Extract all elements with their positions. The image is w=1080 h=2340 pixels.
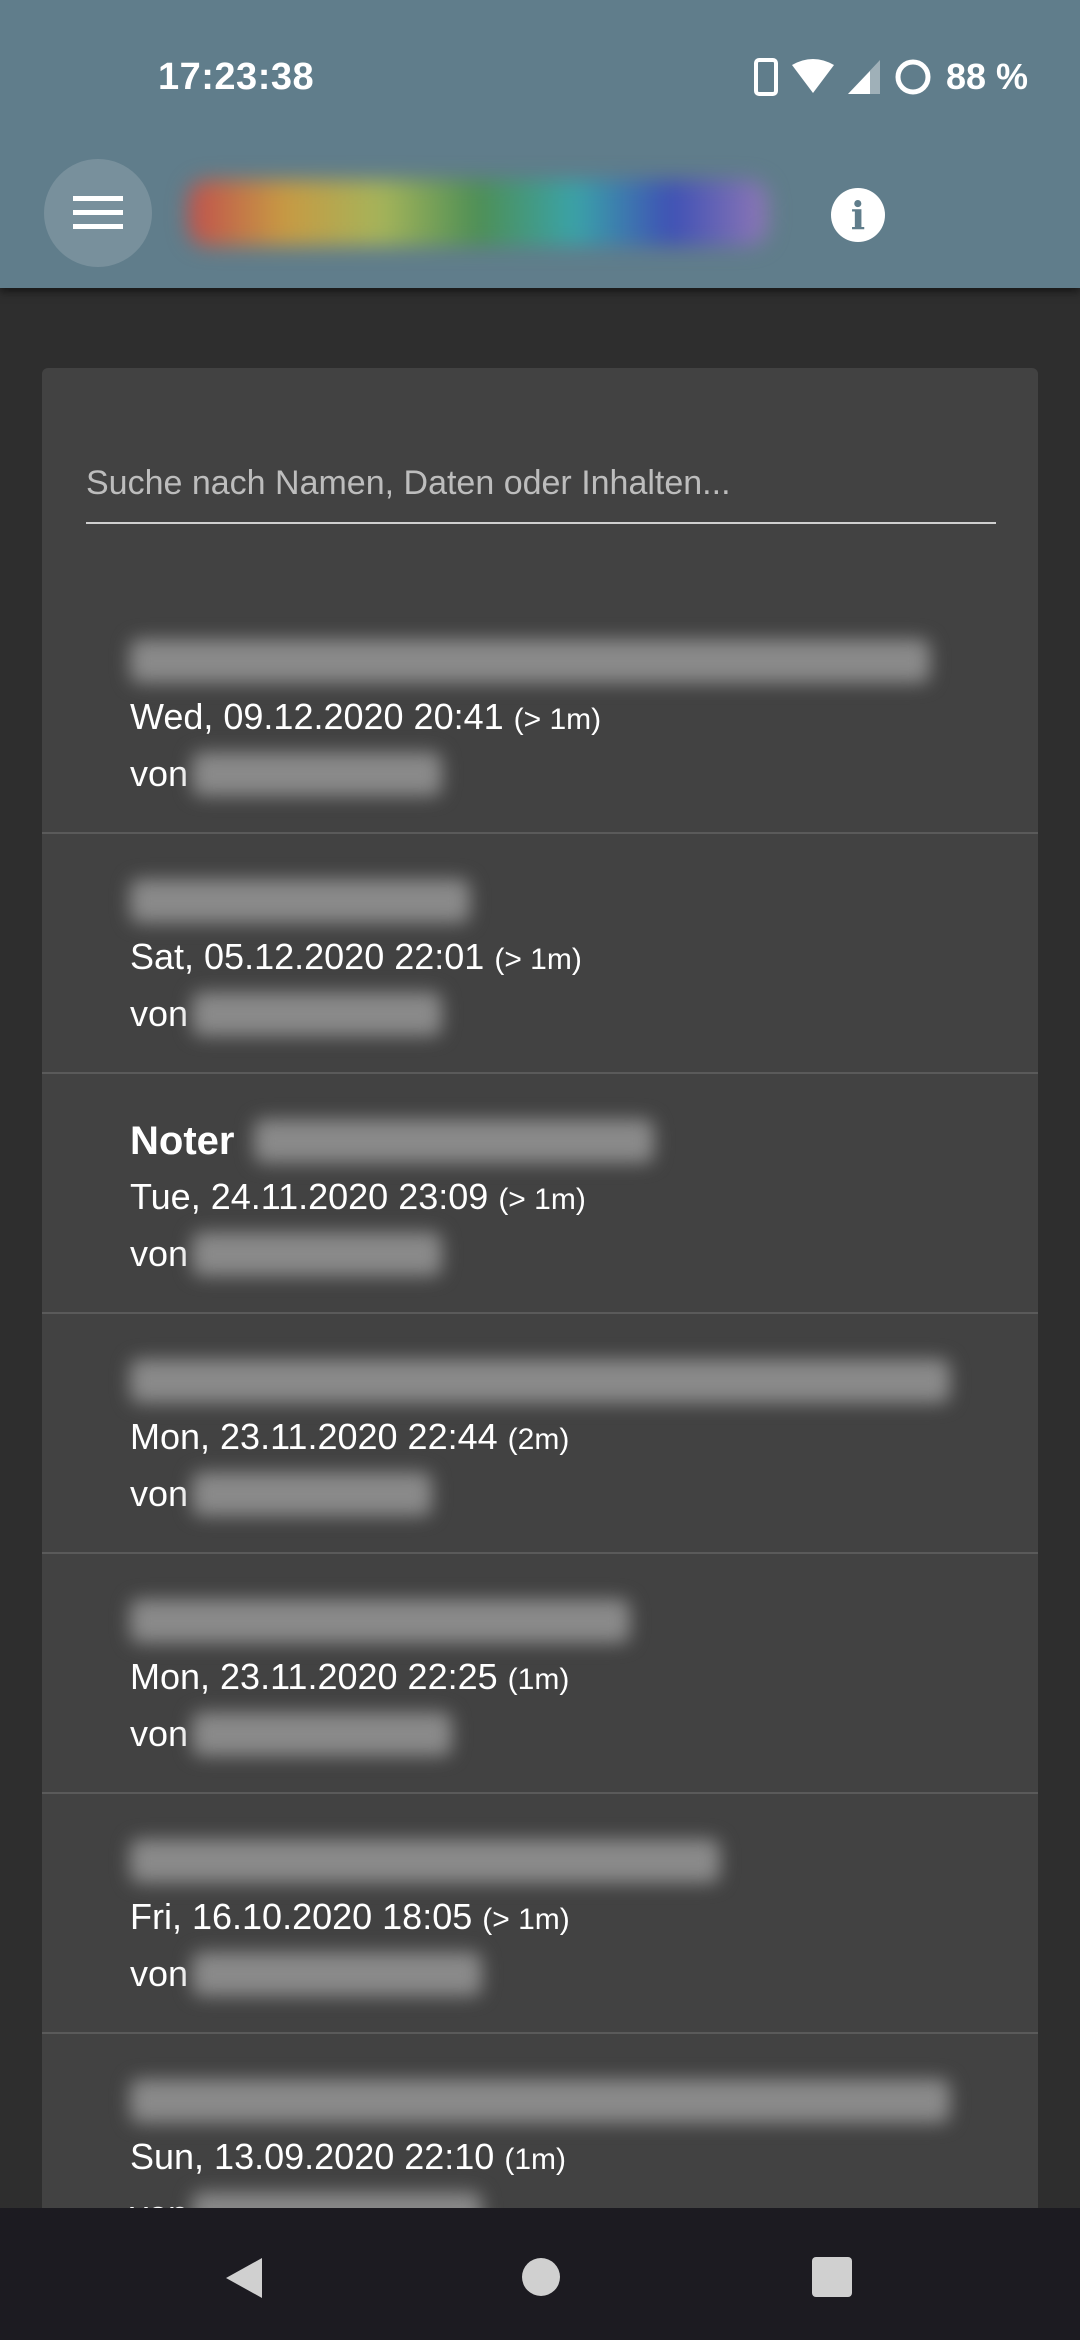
- blurred-author: [192, 1232, 443, 1276]
- list-item[interactable]: Mon, 23.11.2020 22:44 (2m) von: [42, 1314, 1038, 1554]
- info-button[interactable]: i: [831, 188, 885, 242]
- blurred-title: [130, 1599, 630, 1643]
- recordings-card: Suche nach Namen, Daten oder Inhalten...…: [42, 368, 1038, 2274]
- list-item[interactable]: Wed, 09.12.2020 20:41 (> 1m) von: [42, 594, 1038, 834]
- item-duration: (> 1m): [513, 703, 602, 736]
- list-item[interactable]: Noter Tue, 24.11.2020 23:09 (> 1m) von: [42, 1074, 1038, 1314]
- item-by-label: von: [130, 753, 189, 794]
- list-item[interactable]: Fri, 16.10.2020 18:05 (> 1m) von: [42, 1794, 1038, 2034]
- battery-percent: 88 %: [945, 56, 1028, 97]
- search-input[interactable]: Suche nach Namen, Daten oder Inhalten...: [86, 458, 996, 524]
- back-icon[interactable]: [222, 2256, 266, 2300]
- item-duration: (1m): [507, 1663, 570, 1696]
- item-duration: (> 1m): [498, 1183, 586, 1216]
- item-duration: (> 1m): [482, 1903, 570, 1936]
- item-date: Sun, 13.09.2020 22:10: [130, 2136, 495, 2177]
- blurred-author: [192, 1472, 433, 1516]
- battery-icon: [895, 59, 931, 95]
- item-duration: (> 1m): [494, 943, 582, 976]
- blurred-author: [192, 1952, 483, 1996]
- blurred-title: [254, 1119, 655, 1163]
- item-date: Tue, 24.11.2020 23:09: [130, 1176, 489, 1217]
- item-date: Mon, 23.11.2020 22:44: [130, 1416, 498, 1457]
- system-nav-bar: [0, 2208, 1080, 2340]
- blurred-title: [130, 879, 470, 923]
- app-title-blurred: [188, 180, 768, 246]
- list-item[interactable]: Mon, 23.11.2020 22:25 (1m) von: [42, 1554, 1038, 1794]
- item-by-label: von: [130, 1473, 189, 1514]
- blurred-title: [130, 639, 930, 683]
- status-time: 17:23:38: [158, 56, 315, 98]
- app-bar: 17:23:38 88 % i: [0, 0, 1080, 288]
- home-icon[interactable]: [520, 2256, 562, 2298]
- item-date: Mon, 23.11.2020 22:25: [130, 1656, 498, 1697]
- list-item[interactable]: Sat, 05.12.2020 22:01 (> 1m) von: [42, 834, 1038, 1074]
- hamburger-icon: [73, 196, 123, 229]
- info-icon: i: [850, 192, 866, 238]
- item-by-label: von: [130, 1953, 189, 1994]
- item-date: Fri, 16.10.2020 18:05: [130, 1896, 473, 1937]
- signal-icon: [847, 60, 880, 94]
- recordings-list: Wed, 09.12.2020 20:41 (> 1m) von Sat, 05…: [42, 594, 1038, 2274]
- item-by-label: von: [130, 1713, 189, 1754]
- blurred-author: [192, 1712, 453, 1756]
- blurred-title: [130, 1359, 950, 1403]
- blurred-author: [192, 992, 443, 1036]
- blurred-title: [130, 1839, 720, 1883]
- blurred-author: [192, 752, 443, 796]
- item-duration: (1m): [504, 2143, 566, 2176]
- status-icons: 88 %: [753, 56, 1028, 98]
- menu-button[interactable]: [44, 159, 152, 267]
- item-by-label: von: [130, 1233, 189, 1274]
- item-date: Wed, 09.12.2020 20:41: [130, 696, 504, 737]
- item-by-label: von: [130, 993, 189, 1034]
- item-date: Sat, 05.12.2020 22:01: [130, 936, 485, 977]
- item-duration: (2m): [507, 1423, 570, 1456]
- item-title: Noter: [130, 1118, 235, 1163]
- phone-icon: [753, 58, 778, 96]
- recents-icon[interactable]: [811, 2256, 853, 2298]
- blurred-title: [130, 2079, 950, 2123]
- wifi-icon: [791, 59, 834, 93]
